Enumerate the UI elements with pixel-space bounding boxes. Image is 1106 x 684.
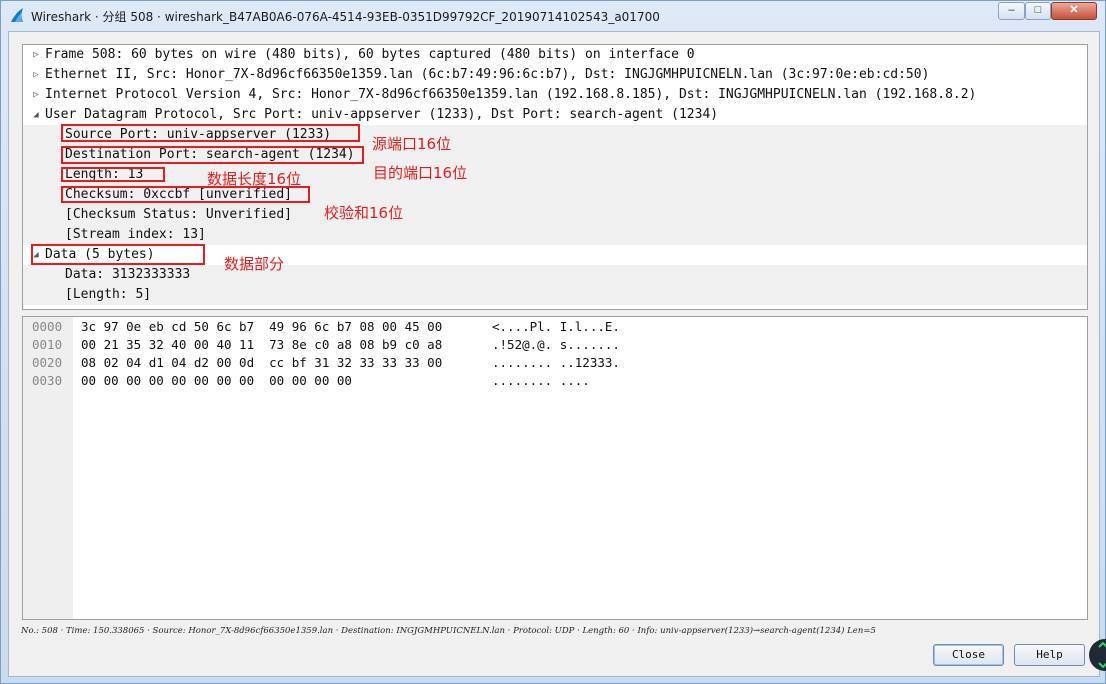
minimize-button[interactable]: ‒ <box>998 2 1025 20</box>
wireshark-fin-icon <box>11 8 23 22</box>
collapse-arrow-icon[interactable]: ◢ <box>31 105 41 125</box>
annotation-box-data <box>31 244 205 265</box>
expand-arrow-icon[interactable]: ▷ <box>31 45 41 65</box>
tree-row-data-length[interactable]: [Length: 5] <box>23 285 1087 305</box>
close-window-button[interactable]: ✕ <box>1051 2 1097 20</box>
tree-row-label: [Checksum Status: Unverified] <box>65 207 292 222</box>
tree-row-label: Ethernet II, Src: Honor_7X-8d96cf66350e1… <box>45 67 930 82</box>
window-title: Wireshark · 分组 508 · wireshark_B47AB0A6-… <box>31 10 660 24</box>
hex-bytes[interactable]: 00 21 35 32 40 00 40 11 73 8e c0 a8 08 b… <box>81 336 442 354</box>
sync-arrows-icon <box>1089 639 1106 671</box>
tree-row-label: [Length: 5] <box>65 287 152 302</box>
tree-row-label: Frame 508: 60 bytes on wire (480 bits), … <box>45 47 695 62</box>
hex-offset: 0010 <box>32 337 63 352</box>
expand-arrow-icon[interactable]: ▷ <box>31 85 41 105</box>
packet-details-tree[interactable]: ▷ Frame 508: 60 bytes on wire (480 bits)… <box>22 44 1088 310</box>
annotation-data: 数据部分 <box>224 255 285 273</box>
annotation-box-length <box>61 167 165 182</box>
hex-offset: 0020 <box>32 355 63 370</box>
packet-dialog-window: Wireshark · 分组 508 · wireshark_B47AB0A6-… <box>0 0 1106 684</box>
tree-row-label: [Stream index: 13] <box>65 227 206 242</box>
tree-row-ipv4[interactable]: ▷ Internet Protocol Version 4, Src: Hono… <box>23 85 1087 105</box>
hex-bytes[interactable]: 3c 97 0e eb cd 50 6c b7 49 96 6c b7 08 0… <box>81 318 442 336</box>
hex-bytes[interactable]: 00 00 00 00 00 00 00 00 00 00 00 00 <box>81 372 352 390</box>
annotation-dest-port: 目的端口16位 <box>373 164 468 182</box>
tree-row-length[interactable]: Length: 13 <box>23 165 1087 185</box>
annotation-checksum: 校验和16位 <box>324 204 404 222</box>
tree-row-ethernet[interactable]: ▷ Ethernet II, Src: Honor_7X-8d96cf66350… <box>23 65 1087 85</box>
tree-row-data-value[interactable]: Data: 3132333333 <box>23 265 1087 285</box>
hex-ascii[interactable]: .!52@.@. s....... <box>492 336 620 354</box>
hex-offset: 0030 <box>32 373 63 388</box>
tree-row-udp[interactable]: ◢ User Datagram Protocol, Src Port: univ… <box>23 105 1087 125</box>
packet-bytes-pane[interactable]: 0000 3c 97 0e eb cd 50 6c b7 49 96 6c b7… <box>22 316 1088 620</box>
annotation-box-destination-port <box>61 146 364 164</box>
tree-row-checksum-status[interactable]: [Checksum Status: Unverified] <box>23 205 1087 225</box>
hex-ascii[interactable]: <....Pl. I.l...E. <box>492 318 620 336</box>
annotation-box-source-port <box>61 124 360 142</box>
tree-row-label: User Datagram Protocol, Src Port: univ-a… <box>45 107 719 122</box>
help-button[interactable]: Help <box>1014 644 1085 666</box>
hex-ascii[interactable]: ........ ..12333. <box>492 354 620 372</box>
tree-row-stream-index[interactable]: [Stream index: 13] <box>23 225 1087 245</box>
tree-row-label: Data: 3132333333 <box>65 267 191 282</box>
close-button[interactable]: Close <box>933 644 1004 666</box>
tree-row-label: Internet Protocol Version 4, Src: Honor_… <box>45 87 977 102</box>
annotation-length: 数据长度16位 <box>207 170 302 188</box>
expand-arrow-icon[interactable]: ▷ <box>31 65 41 85</box>
tree-row-frame[interactable]: ▷ Frame 508: 60 bytes on wire (480 bits)… <box>23 45 1087 65</box>
title-bar[interactable]: Wireshark · 分组 508 · wireshark_B47AB0A6-… <box>1 1 1105 29</box>
packet-summary-status: No.: 508 · Time: 150.338065 · Source: Ho… <box>21 626 876 636</box>
hex-bytes[interactable]: 08 02 04 d1 04 d2 00 0d cc bf 31 32 33 3… <box>81 354 442 372</box>
annotation-source-port: 源端口16位 <box>372 135 452 153</box>
hex-ascii[interactable]: ........ .... <box>492 372 590 390</box>
maximize-button[interactable]: □ <box>1025 2 1051 20</box>
hex-offset: 0000 <box>32 319 63 334</box>
